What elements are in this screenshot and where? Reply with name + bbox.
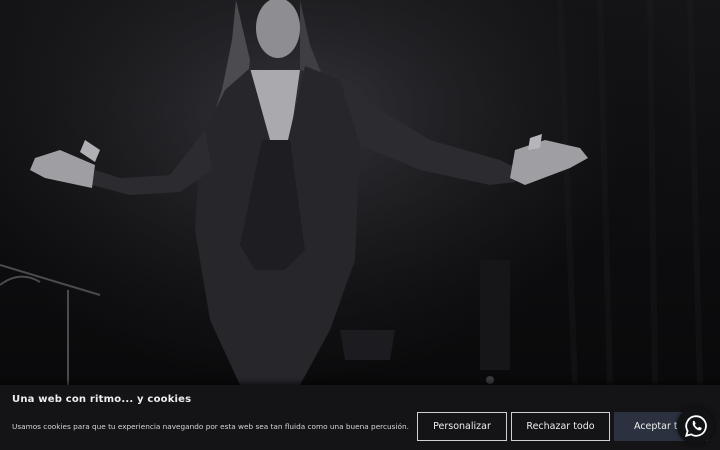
hero-photo — [0, 0, 720, 450]
customize-cookies-button[interactable]: Personalizar — [417, 412, 507, 441]
performer-photo — [0, 0, 720, 450]
whatsapp-icon — [684, 414, 707, 437]
cookie-banner-title: Una web con ritmo... y cookies — [12, 394, 192, 405]
whatsapp-button[interactable] — [677, 407, 714, 444]
reject-all-cookies-button[interactable]: Rechazar todo — [511, 412, 610, 441]
cookie-banner-text: Usamos cookies para que tu experiencia n… — [12, 422, 409, 431]
